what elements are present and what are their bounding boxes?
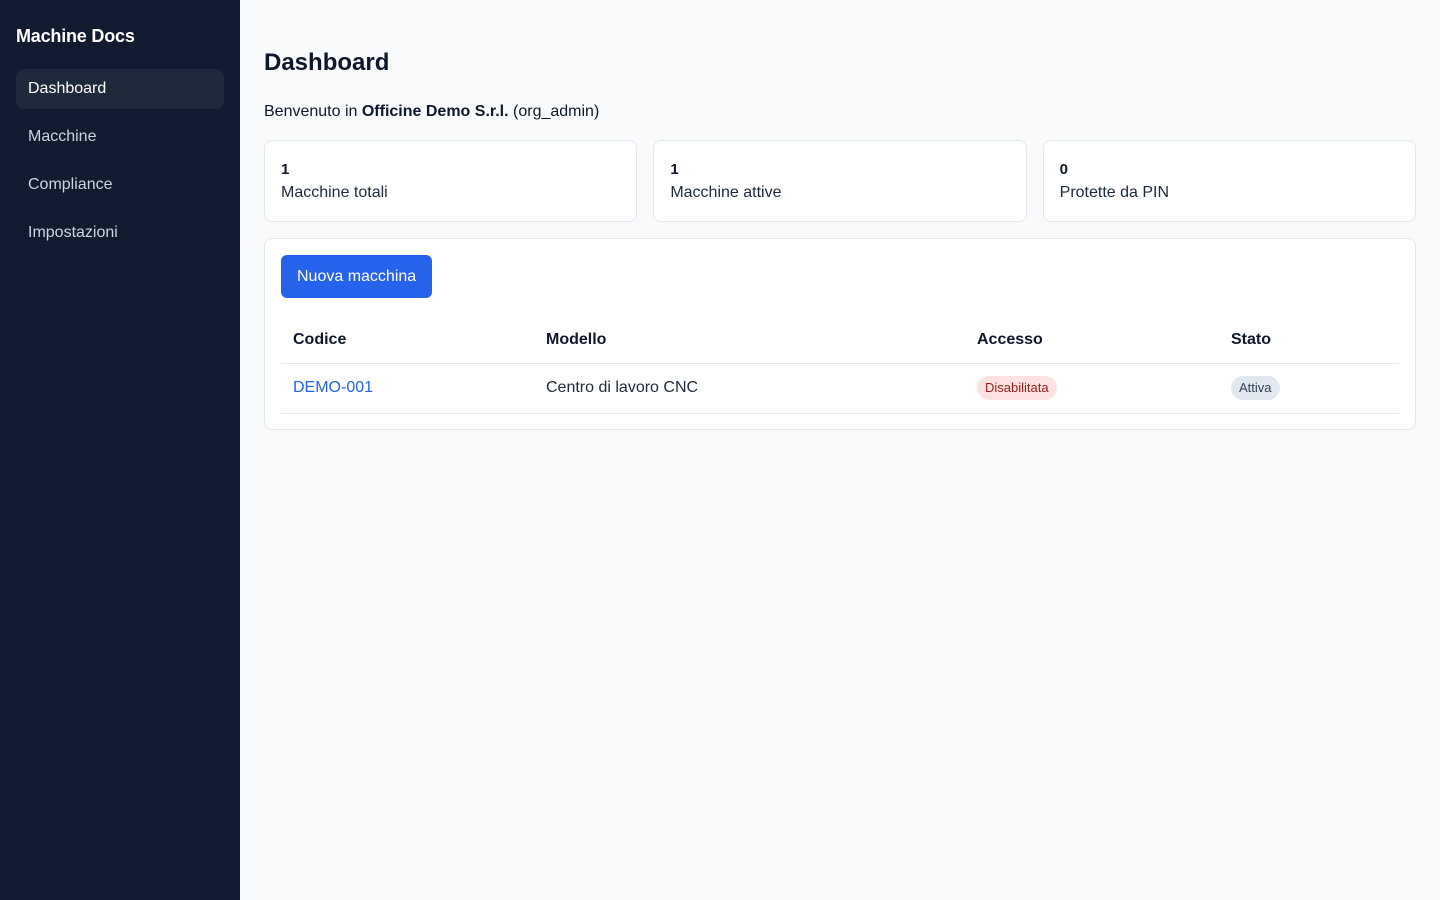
welcome-prefix: Benvenuto in — [264, 103, 358, 120]
sidebar: Machine Docs Dashboard Macchine Complian… — [0, 0, 240, 900]
stats-row: 1 Macchine totali 1 Macchine attive 0 Pr… — [264, 140, 1416, 222]
stat-value: 0 — [1059, 161, 1068, 178]
app-brand: Machine Docs — [16, 26, 135, 46]
cell-status: Attiva — [1219, 363, 1399, 414]
sidebar-item-dashboard[interactable]: Dashboard — [16, 69, 224, 109]
cell-model: Centro di lavoro CNC — [534, 363, 965, 414]
column-header-accesso: Accesso — [965, 318, 1219, 364]
stat-card-pin-protected: 0 Protette da PIN — [1042, 140, 1416, 222]
sidebar-item-macchine[interactable]: Macchine — [16, 117, 224, 157]
main-content: Dashboard Benvenuto in Officine Demo S.r… — [240, 0, 1440, 900]
welcome-message: Benvenuto in Officine Demo S.r.l. (org_a… — [264, 103, 599, 121]
access-status-badge: Disabilitata — [977, 376, 1057, 400]
machines-panel: Nuova macchina Codice Modello Accesso St… — [264, 238, 1416, 430]
org-name: Officine Demo S.r.l. — [361, 103, 509, 120]
sidebar-nav: Dashboard Macchine Compliance Impostazio… — [16, 69, 224, 253]
stat-value: 1 — [670, 161, 679, 178]
stat-card-total-machines: 1 Macchine totali — [264, 140, 638, 222]
column-header-modello: Modello — [534, 318, 965, 364]
stat-label: Macchine totali — [281, 184, 388, 201]
sidebar-item-impostazioni[interactable]: Impostazioni — [16, 213, 224, 253]
stat-label: Protette da PIN — [1059, 184, 1170, 201]
table-header-row: Codice Modello Accesso Stato — [281, 318, 1399, 364]
stat-value: 1 — [281, 161, 290, 178]
machine-status-badge: Attiva — [1231, 376, 1280, 400]
sidebar-item-compliance[interactable]: Compliance — [16, 165, 224, 205]
table-row: DEMO-001 Centro di lavoro CNC Disabilita… — [281, 363, 1399, 414]
stat-label: Macchine attive — [670, 184, 782, 201]
stat-card-active-machines: 1 Macchine attive — [653, 140, 1027, 222]
machines-table: Codice Modello Accesso Stato DEMO-001 Ce… — [281, 318, 1399, 414]
user-role: (org_admin) — [513, 103, 600, 120]
machine-code-link[interactable]: DEMO-001 — [293, 379, 373, 396]
column-header-codice: Codice — [281, 318, 534, 364]
new-machine-button[interactable]: Nuova macchina — [281, 255, 433, 298]
cell-access: Disabilitata — [965, 363, 1219, 414]
column-header-stato: Stato — [1219, 318, 1399, 364]
page-title: Dashboard — [264, 49, 390, 76]
cell-code: DEMO-001 — [281, 363, 534, 414]
